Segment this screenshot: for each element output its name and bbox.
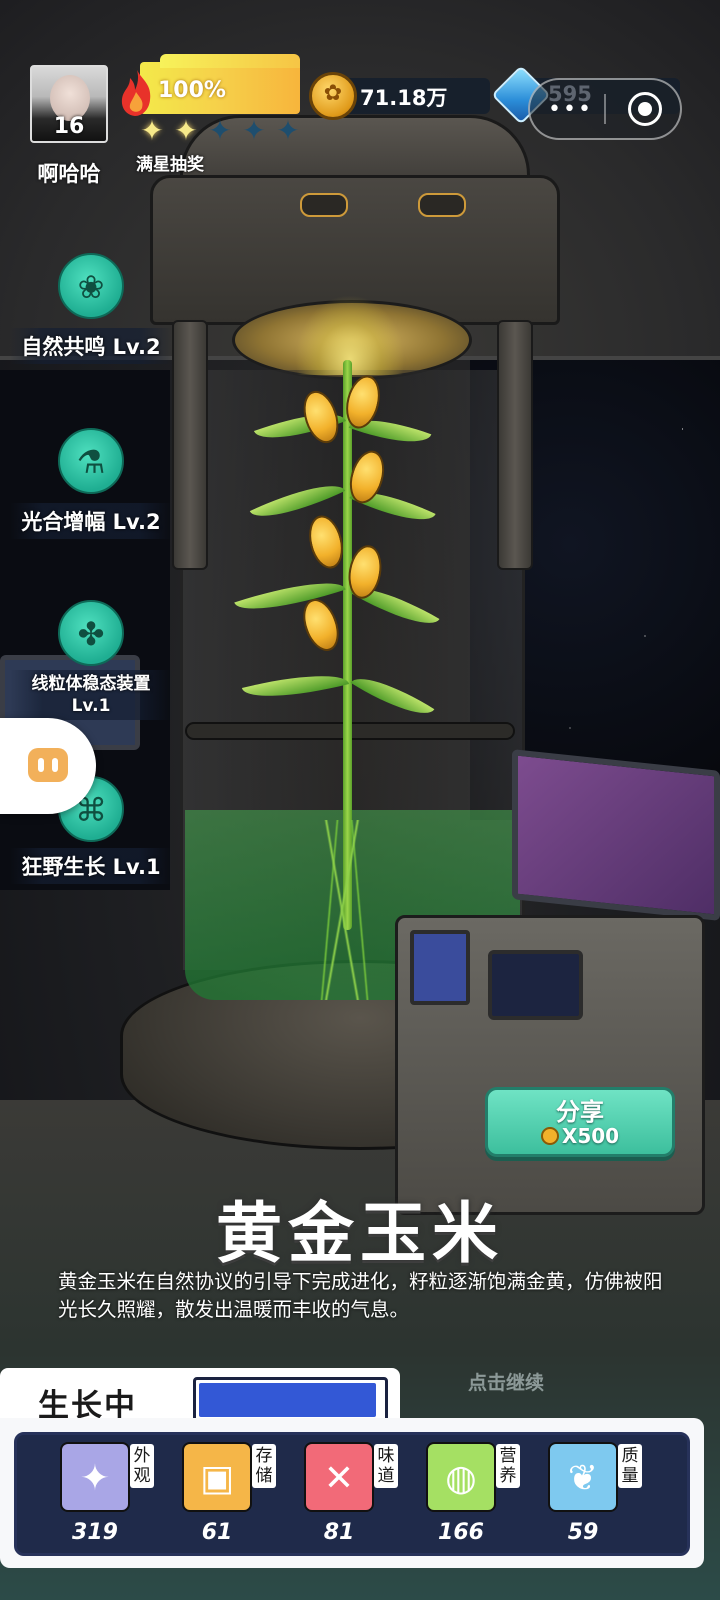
player-level: 16 xyxy=(53,114,85,139)
attribute-tag: 存储 xyxy=(252,1444,276,1488)
capsule-divider xyxy=(604,94,606,124)
star-icon: ✦ xyxy=(208,114,232,147)
corn-cob xyxy=(296,594,346,656)
leaf-face-icon: ❀ xyxy=(77,268,105,306)
corn-cob xyxy=(303,511,349,573)
skill-natural-resonance-icon[interactable]: ❀ xyxy=(58,253,124,319)
attribute-taste[interactable]: ✕ 味道 81 xyxy=(304,1442,404,1552)
attribute-tag: 外观 xyxy=(130,1444,154,1488)
flask-icon: ⚗ xyxy=(76,443,106,481)
attribute-tile: ◍ xyxy=(426,1442,496,1512)
share-reward-amount: X500 xyxy=(561,1124,620,1148)
attribute-value: 319 xyxy=(72,1520,118,1545)
attribute-value: 61 xyxy=(201,1520,233,1545)
corn-leaf xyxy=(350,664,435,728)
attribute-tag: 营养 xyxy=(496,1444,520,1488)
chamber-vent xyxy=(418,193,466,217)
golden-corn-plant[interactable] xyxy=(225,290,445,1010)
attribute-tile: ✦ xyxy=(60,1442,130,1512)
corn-cob xyxy=(297,386,345,448)
attribute-tag: 味道 xyxy=(374,1444,398,1488)
coin-amount: 71.18万 xyxy=(360,86,448,110)
growth-progress-bar xyxy=(193,1377,388,1423)
box-icon: ▣ xyxy=(199,1458,234,1499)
share-reward: X500 xyxy=(488,1124,672,1148)
attribute-value: 166 xyxy=(438,1520,484,1545)
fruit-icon: ◍ xyxy=(445,1458,477,1499)
attribute-value: 59 xyxy=(567,1520,599,1545)
skill-mitochondria-label: 线粒体稳态装置 Lv.1 xyxy=(10,670,172,720)
crop-name: 黄金玉米 xyxy=(216,1195,504,1272)
star-icon: ✦ xyxy=(276,114,300,147)
attribute-tile: ▣ xyxy=(182,1442,252,1512)
skill-photosynthesis-label: 光合增幅 Lv.2 xyxy=(10,503,172,539)
corn-leaf xyxy=(241,662,350,710)
fork-spoon-icon: ✕ xyxy=(323,1458,355,1499)
share-button[interactable]: 分享 X500 xyxy=(485,1087,675,1157)
skill-mitochondria-icon[interactable]: ✤ xyxy=(58,600,124,666)
player-name: 啊哈哈 xyxy=(37,162,101,186)
attribute-tile: ✕ xyxy=(304,1442,374,1512)
star-rating: ✦ ✦ ✦ ✦ ✦ xyxy=(137,116,303,146)
attribute-quality[interactable]: ❦ 质量 59 xyxy=(548,1442,648,1552)
skill-wild-growth-label: 狂野生长 Lv.1 xyxy=(10,848,172,884)
corn-roots xyxy=(310,820,380,1000)
sparkle-icon: ✦ xyxy=(79,1458,111,1499)
chamber-pillar xyxy=(172,320,208,570)
star-icon: ✦ xyxy=(140,114,164,147)
growth-progress-fill xyxy=(199,1383,377,1417)
tap-to-continue[interactable]: 点击继续 xyxy=(468,1368,544,1395)
plant-cell-icon: ✤ xyxy=(77,615,105,653)
star-icon: ✦ xyxy=(242,114,266,147)
player-avatar[interactable]: 16 xyxy=(30,65,108,143)
coin-icon xyxy=(309,72,357,120)
attribute-value: 81 xyxy=(323,1520,355,1545)
right-monitor xyxy=(512,749,720,921)
star-icon: ✦ xyxy=(174,114,198,147)
chamber-vent xyxy=(300,193,348,217)
energy-percent: 100% xyxy=(158,78,226,103)
full-star-lottery-button[interactable]: 满星抽奖 xyxy=(136,150,204,175)
muscle-icon: ❦ xyxy=(567,1458,599,1499)
console-keypad xyxy=(488,950,583,1020)
attribute-storage[interactable]: ▣ 存储 61 xyxy=(182,1442,282,1552)
attribute-tile: ❦ xyxy=(548,1442,618,1512)
attribute-tag: 质量 xyxy=(618,1444,642,1488)
attribute-appearance[interactable]: ✦ 外观 319 xyxy=(60,1442,160,1552)
skill-natural-resonance-label: 自然共鸣 Lv.2 xyxy=(10,328,172,364)
floating-assistant-button[interactable] xyxy=(0,718,96,814)
crop-description: 黄金玉米在自然协议的引导下完成进化，籽粒逐渐饱满金黄，仿佛被阳光长久照耀，散发出… xyxy=(58,1270,663,1321)
skill-photosynthesis-icon[interactable]: ⚗ xyxy=(58,428,124,494)
coin-icon xyxy=(540,1127,559,1145)
chamber-pillar xyxy=(497,320,533,570)
close-target-icon[interactable] xyxy=(628,92,662,126)
share-label: 分享 xyxy=(556,1098,604,1126)
tv-mascot-icon xyxy=(28,748,68,782)
more-menu-icon[interactable]: ••• xyxy=(548,97,593,122)
attribute-nutrition[interactable]: ◍ 营养 166 xyxy=(426,1442,526,1552)
flame-icon xyxy=(121,70,151,116)
